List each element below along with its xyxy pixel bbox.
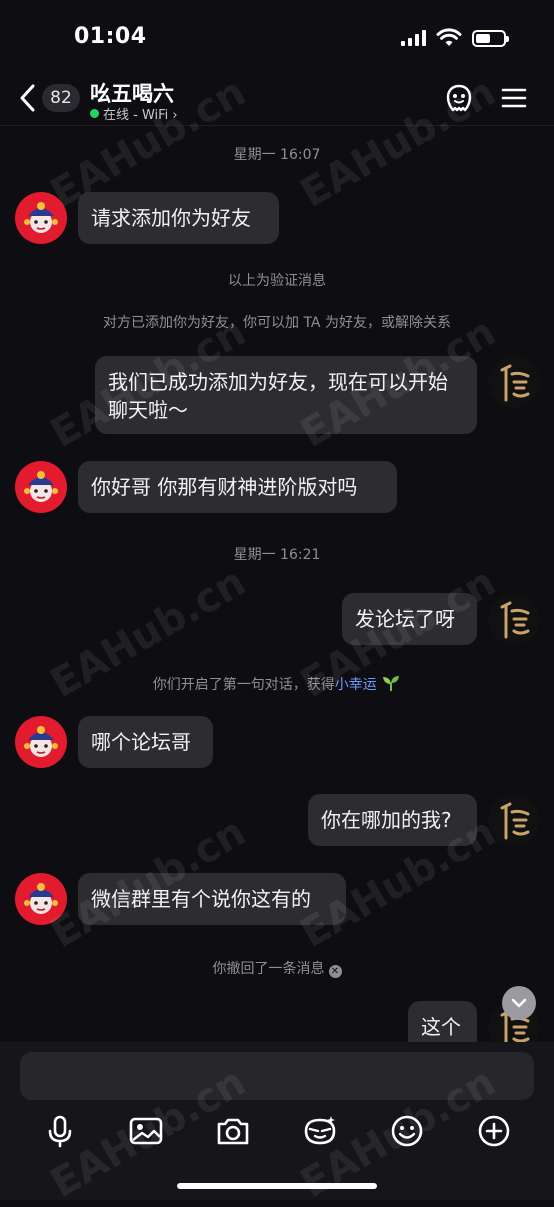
chevron-down-icon xyxy=(511,998,527,1008)
message-input[interactable] xyxy=(20,1052,534,1100)
recall-text: 你撤回了一条消息 xyxy=(212,961,325,977)
scroll-to-bottom-button[interactable] xyxy=(502,986,536,1020)
system-message: 你们开启了第一句对话，获得小幸运 xyxy=(0,674,554,694)
status-bar: 01:04 xyxy=(0,0,554,70)
message-bubble[interactable]: 你好哥 你那有财神进阶版对吗 xyxy=(78,461,397,513)
message-bubble-self[interactable]: 你在哪加的我? xyxy=(308,794,477,846)
contact-avatar[interactable] xyxy=(15,461,67,513)
back-chevron-icon[interactable] xyxy=(14,80,44,116)
timestamp: 星期一 16:21 xyxy=(233,547,321,563)
battery-icon xyxy=(472,29,509,47)
timestamp: 星期一 16:07 xyxy=(233,147,321,163)
lucky-link[interactable]: 小幸运 xyxy=(335,677,377,693)
wifi-icon xyxy=(436,28,462,46)
message-bubble[interactable]: 哪个论坛哥 xyxy=(78,716,213,768)
chat-area[interactable]: 星期一 16:07 请求添加你为好友 以上为验证消息 对方已添加你为好友，你可以… xyxy=(0,126,554,1042)
qq-show-icon[interactable] xyxy=(443,82,475,114)
input-area xyxy=(0,1042,554,1200)
chat-header: 82 吆五喝六 在线 - WiFi › xyxy=(0,70,554,126)
calligraphy-avatar-icon xyxy=(500,364,530,402)
mic-icon[interactable] xyxy=(41,1112,79,1150)
calligraphy-avatar-icon xyxy=(500,802,530,840)
message-bubble-self[interactable]: 发论坛了呀 xyxy=(342,593,477,645)
status-icons xyxy=(401,28,509,48)
opera-face-icon xyxy=(24,202,58,233)
opera-face-icon xyxy=(24,883,58,914)
message-bubble-self[interactable]: 这个 xyxy=(408,1001,477,1042)
opera-face-icon xyxy=(24,726,58,757)
opera-face-icon xyxy=(24,471,58,502)
contact-avatar[interactable] xyxy=(15,192,67,244)
self-avatar[interactable] xyxy=(488,794,540,846)
home-indicator xyxy=(177,1183,377,1189)
system-message: 以上为验证消息 xyxy=(228,273,326,289)
message-bubble[interactable]: 微信群里有个说你这有的 xyxy=(78,873,346,925)
plus-icon[interactable] xyxy=(475,1112,513,1150)
sticker-icon[interactable] xyxy=(301,1112,339,1150)
calligraphy-avatar-icon xyxy=(500,601,530,639)
menu-icon[interactable] xyxy=(498,82,530,114)
signal-icon xyxy=(401,30,426,46)
sprout-icon xyxy=(383,676,400,691)
unread-badge[interactable]: 82 xyxy=(42,84,80,112)
online-status[interactable]: 在线 - WiFi › xyxy=(90,104,178,123)
online-dot-icon xyxy=(90,109,99,118)
system-message-text: 你们开启了第一句对话，获得 xyxy=(152,677,335,693)
system-message: 对方已添加你为好友，你可以加 TA 为好友，或解除关系 xyxy=(103,315,451,331)
close-icon[interactable]: ✕ xyxy=(328,965,342,978)
emoji-icon[interactable] xyxy=(388,1112,426,1150)
toolbar xyxy=(0,1112,554,1152)
self-avatar[interactable] xyxy=(488,356,540,408)
system-message: 你撤回了一条消息 ✕ xyxy=(0,958,554,978)
contact-avatar[interactable] xyxy=(15,716,67,768)
camera-icon[interactable] xyxy=(214,1112,252,1150)
online-status-text: 在线 - WiFi › xyxy=(103,108,178,123)
status-time: 01:04 xyxy=(74,24,147,49)
contact-avatar[interactable] xyxy=(15,873,67,925)
image-icon[interactable] xyxy=(127,1112,165,1150)
self-avatar[interactable] xyxy=(488,593,540,645)
message-bubble[interactable]: 请求添加你为好友 xyxy=(78,192,279,244)
message-bubble-self[interactable]: 我们已成功添加为好友，现在可以开始聊天啦～ xyxy=(95,356,477,434)
